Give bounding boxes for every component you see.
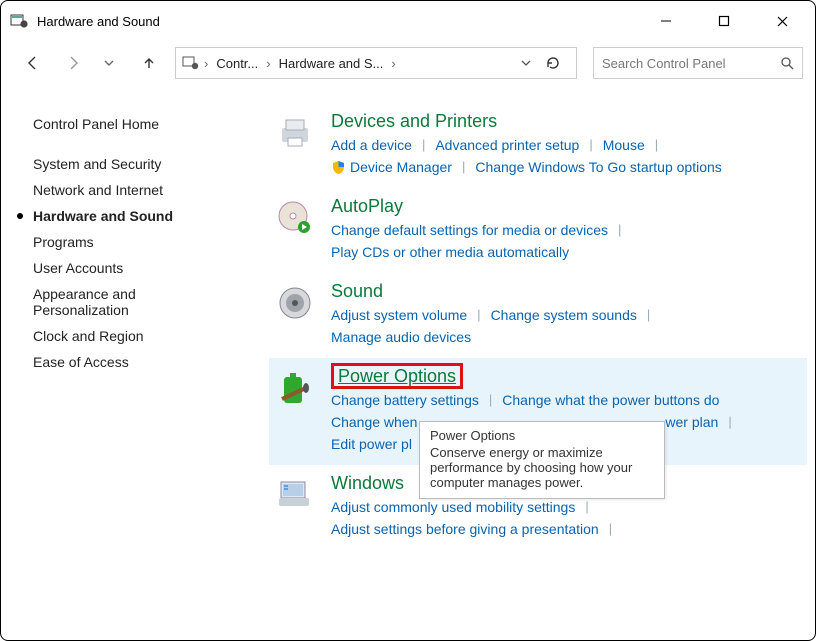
recent-dropdown-icon[interactable] [97, 51, 121, 75]
back-button[interactable] [21, 51, 45, 75]
control-panel-icon [9, 11, 29, 31]
search-input[interactable]: Search Control Panel [593, 47, 803, 79]
link-windows-to-go[interactable]: Change Windows To Go startup options [475, 156, 721, 178]
link-battery-settings[interactable]: Change battery settings [331, 389, 479, 411]
category-heading[interactable]: Sound [331, 281, 801, 302]
link-audio-devices[interactable]: Manage audio devices [331, 326, 471, 348]
autoplay-icon [275, 198, 315, 238]
link-presentation-settings[interactable]: Adjust settings before giving a presenta… [331, 518, 599, 540]
minimize-button[interactable] [651, 6, 681, 36]
breadcrumb[interactable]: › Contr... › Hardware and S... › [175, 47, 577, 79]
link-change-defaults[interactable]: Change default settings for media or dev… [331, 219, 608, 241]
maximize-button[interactable] [709, 6, 739, 36]
link-advanced-printer[interactable]: Advanced printer setup [435, 134, 579, 156]
link-device-manager[interactable]: Device Manager [350, 156, 452, 178]
sidebar-item-network-internet[interactable]: Network and Internet [33, 177, 253, 203]
chevron-right-icon: › [391, 56, 395, 71]
speaker-icon [275, 283, 315, 323]
link-system-sounds[interactable]: Change system sounds [491, 304, 637, 326]
tooltip-title: Power Options [430, 428, 654, 443]
category-heading[interactable]: Power Options [331, 366, 801, 387]
sidebar: Control Panel Home System and Security N… [33, 103, 253, 630]
highlighted-heading[interactable]: Power Options [331, 363, 463, 389]
battery-icon [275, 368, 315, 408]
tooltip-body: Conserve energy or maximize performance … [430, 445, 654, 490]
chevron-right-icon: › [204, 56, 208, 71]
breadcrumb-part[interactable]: Hardware and S... [275, 56, 388, 71]
sidebar-item-system-security[interactable]: System and Security [33, 151, 253, 177]
main-area: Control Panel Home System and Security N… [1, 85, 815, 640]
search-icon [780, 56, 794, 70]
sidebar-item-user-accounts[interactable]: User Accounts [33, 255, 253, 281]
link-edit-power-plan-partial[interactable]: Edit power pl [331, 433, 412, 455]
link-add-device[interactable]: Add a device [331, 134, 412, 156]
link-adjust-volume[interactable]: Adjust system volume [331, 304, 467, 326]
mobility-icon [275, 475, 315, 515]
category-list: Devices and Printers Add a device| Advan… [253, 103, 807, 630]
link-power-plan-partial[interactable]: wer plan [665, 411, 718, 433]
link-play-cds[interactable]: Play CDs or other media automatically [331, 241, 569, 263]
title-bar: Hardware and Sound [1, 1, 815, 41]
forward-button[interactable] [61, 51, 85, 75]
sidebar-item-appearance[interactable]: Appearance and Personalization [33, 281, 193, 323]
close-button[interactable] [767, 6, 797, 36]
breadcrumb-part[interactable]: Contr... [212, 56, 262, 71]
link-mouse[interactable]: Mouse [603, 134, 645, 156]
category-autoplay: AutoPlay Change default settings for med… [269, 188, 807, 273]
nav-toolbar: › Contr... › Hardware and S... › Search … [1, 41, 815, 85]
breadcrumb-root-icon [182, 54, 200, 72]
link-change-when[interactable]: Change when [331, 411, 417, 433]
refresh-button[interactable] [536, 47, 570, 79]
link-power-buttons[interactable]: Change what the power buttons do [502, 389, 719, 411]
sidebar-item-ease-access[interactable]: Ease of Access [33, 349, 253, 375]
sidebar-item-clock-region[interactable]: Clock and Region [33, 323, 253, 349]
category-heading[interactable]: AutoPlay [331, 196, 801, 217]
category-sound: Sound Adjust system volume| Change syste… [269, 273, 807, 358]
sidebar-item-programs[interactable]: Programs [33, 229, 253, 255]
category-heading[interactable]: Devices and Printers [331, 111, 801, 132]
chevron-right-icon: › [266, 56, 270, 71]
chevron-down-icon[interactable] [520, 57, 532, 69]
sidebar-item-hardware-sound[interactable]: Hardware and Sound [33, 203, 253, 229]
tooltip: Power Options Conserve energy or maximiz… [419, 421, 665, 499]
sidebar-home[interactable]: Control Panel Home [33, 111, 253, 137]
printer-icon [275, 113, 315, 153]
search-placeholder: Search Control Panel [602, 56, 726, 71]
up-button[interactable] [137, 51, 161, 75]
link-mobility-settings[interactable]: Adjust commonly used mobility settings [331, 496, 575, 518]
shield-icon [331, 160, 346, 175]
window-title: Hardware and Sound [37, 14, 160, 29]
category-devices-printers: Devices and Printers Add a device| Advan… [269, 103, 807, 188]
window-controls [651, 6, 807, 36]
